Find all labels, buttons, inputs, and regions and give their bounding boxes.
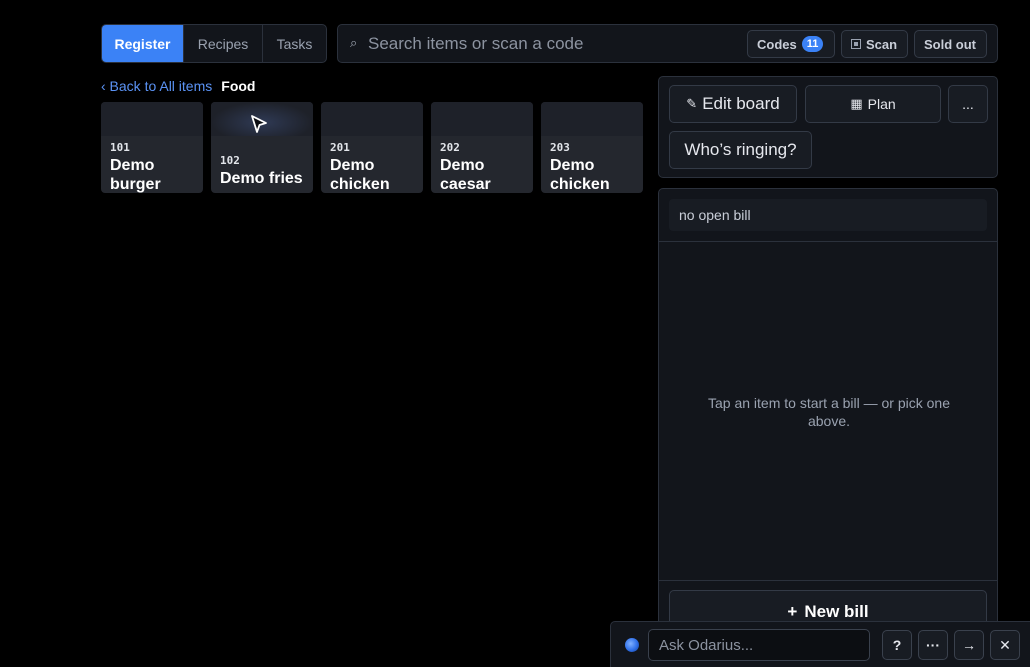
item-image-placeholder: [101, 102, 203, 136]
ask-assistant-input[interactable]: [648, 629, 870, 661]
tab-tasks[interactable]: Tasks: [263, 25, 326, 62]
search-icon: ⌕: [350, 35, 358, 50]
item-tile[interactable]: 203 Demo chicken: [541, 102, 643, 193]
item-image-placeholder: [431, 102, 533, 136]
item-code: 202: [440, 141, 460, 154]
item-name: Demo chicken: [330, 157, 390, 193]
search-input[interactable]: [368, 32, 748, 56]
item-code: 203: [550, 141, 570, 154]
plan-button[interactable]: ▦ Plan: [805, 85, 941, 123]
codes-count-badge: 11: [801, 36, 824, 52]
item-code: 102: [220, 154, 240, 167]
item-tile[interactable]: 201 Demo chicken: [321, 102, 423, 193]
item-tile[interactable]: 102 Demo fries: [211, 102, 313, 193]
tab-recipes[interactable]: Recipes: [184, 25, 263, 62]
item-tile[interactable]: 101 Demo burger: [101, 102, 203, 193]
grid-icon: ▦: [850, 96, 863, 111]
mouse-cursor-icon: [251, 115, 267, 133]
sold-out-button[interactable]: Sold out: [914, 30, 987, 58]
breadcrumb: ‹ Back to All items Food: [101, 78, 255, 94]
item-name: Demo burger: [110, 157, 161, 193]
close-button[interactable]: ✕: [990, 630, 1020, 660]
mode-tabs: Register Recipes Tasks: [101, 24, 327, 63]
codes-label: Codes: [757, 36, 797, 52]
tab-register[interactable]: Register: [102, 25, 184, 62]
pencil-icon: ✎: [686, 96, 698, 111]
scan-label: Scan: [866, 36, 898, 52]
edit-board-label: Edit board: [702, 94, 780, 113]
more-actions-button[interactable]: ...: [948, 85, 988, 123]
divider: [659, 580, 997, 581]
empty-bill-message: Tap an item to start a bill — or pick on…: [708, 395, 950, 429]
sold-out-label: Sold out: [924, 36, 976, 52]
item-code: 201: [330, 141, 350, 154]
current-category: Food: [221, 78, 256, 94]
action-panel: ✎ Edit board ▦ Plan ... Who’s ringing?: [658, 76, 998, 178]
item-name: Demo fries: [220, 170, 303, 187]
assistant-bar: ? ··· → ✕: [610, 621, 1030, 667]
codes-button[interactable]: Codes 11: [747, 30, 835, 58]
item-code: 101: [110, 141, 130, 154]
plan-label: Plan: [867, 96, 896, 112]
send-arrow-button[interactable]: →: [954, 630, 984, 660]
item-image-placeholder: [321, 102, 423, 136]
scan-button[interactable]: Scan: [841, 30, 908, 58]
edit-board-button[interactable]: ✎ Edit board: [669, 85, 797, 123]
help-button[interactable]: ?: [882, 630, 912, 660]
search-bar: ⌕ Codes 11 Scan Sold out: [337, 24, 998, 63]
item-name: Demo caesar: [440, 157, 491, 193]
divider: [659, 241, 997, 242]
bill-panel: no open bill Tap an item to start a bill…: [658, 188, 998, 667]
more-options-button[interactable]: ···: [918, 630, 948, 660]
assistant-orb-icon: [625, 638, 639, 652]
bill-status[interactable]: no open bill: [669, 199, 987, 231]
item-name: Demo chicken: [550, 157, 610, 193]
scan-icon: [851, 39, 861, 49]
item-tile[interactable]: 202 Demo caesar: [431, 102, 533, 193]
item-image-placeholder: [541, 102, 643, 136]
whos-ringing-button[interactable]: Who’s ringing?: [669, 131, 812, 169]
back-to-all-items-link[interactable]: ‹ Back to All items: [101, 78, 212, 94]
